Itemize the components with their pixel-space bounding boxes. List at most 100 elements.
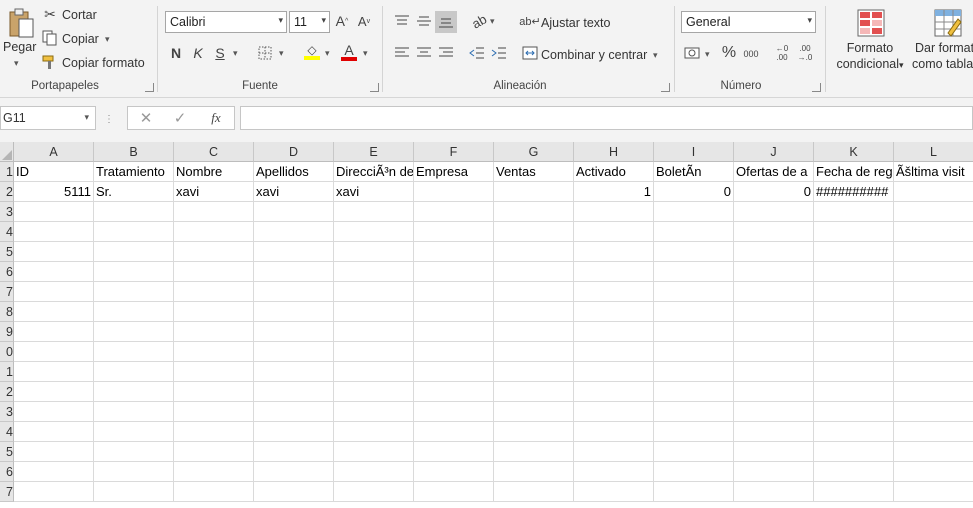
- cell-h11[interactable]: [574, 362, 654, 382]
- cell-i13[interactable]: [654, 402, 734, 422]
- align-middle-icon[interactable]: [415, 12, 433, 30]
- name-box[interactable]: G11 ▾: [0, 106, 96, 130]
- cell-l14[interactable]: [894, 422, 973, 442]
- cell-g1[interactable]: Ventas: [494, 162, 574, 182]
- cell-j16[interactable]: [734, 462, 814, 482]
- cell-h16[interactable]: [574, 462, 654, 482]
- cell-h3[interactable]: [574, 202, 654, 222]
- cell-l3[interactable]: [894, 202, 973, 222]
- cell-b17[interactable]: [94, 482, 174, 502]
- align-top-icon[interactable]: [393, 12, 411, 30]
- cell-a16[interactable]: [14, 462, 94, 482]
- row-header[interactable]: 2: [0, 182, 14, 202]
- column-header-d[interactable]: D: [254, 142, 334, 162]
- cell-a13[interactable]: [14, 402, 94, 422]
- cell-i7[interactable]: [654, 282, 734, 302]
- cell-j5[interactable]: [734, 242, 814, 262]
- cell-j10[interactable]: [734, 342, 814, 362]
- cell-f9[interactable]: [414, 322, 494, 342]
- align-right-icon[interactable]: [437, 44, 455, 62]
- cell-a1[interactable]: ID: [14, 162, 94, 182]
- font-name-select[interactable]: Calibri ▾: [165, 11, 287, 33]
- cell-i9[interactable]: [654, 322, 734, 342]
- cell-k11[interactable]: [814, 362, 894, 382]
- cell-a3[interactable]: [14, 202, 94, 222]
- cell-b4[interactable]: [94, 222, 174, 242]
- cell-e7[interactable]: [334, 282, 414, 302]
- cell-c15[interactable]: [174, 442, 254, 462]
- cell-i2[interactable]: 0: [654, 182, 734, 202]
- cell-g7[interactable]: [494, 282, 574, 302]
- row-header[interactable]: 5: [0, 442, 14, 462]
- cell-d3[interactable]: [254, 202, 334, 222]
- cell-g12[interactable]: [494, 382, 574, 402]
- cell-j4[interactable]: [734, 222, 814, 242]
- cell-b12[interactable]: [94, 382, 174, 402]
- formula-input[interactable]: [240, 106, 973, 130]
- column-header-i[interactable]: I: [654, 142, 734, 162]
- cell-e5[interactable]: [334, 242, 414, 262]
- cancel-icon[interactable]: ✕: [138, 109, 154, 127]
- cell-c12[interactable]: [174, 382, 254, 402]
- cell-i4[interactable]: [654, 222, 734, 242]
- column-header-g[interactable]: G: [494, 142, 574, 162]
- cell-l4[interactable]: [894, 222, 973, 242]
- cell-l2[interactable]: [894, 182, 973, 202]
- cell-a17[interactable]: [14, 482, 94, 502]
- cell-b15[interactable]: [94, 442, 174, 462]
- cell-c10[interactable]: [174, 342, 254, 362]
- cell-h2[interactable]: 1: [574, 182, 654, 202]
- cell-i6[interactable]: [654, 262, 734, 282]
- fill-color-dropdown-icon[interactable]: ▾: [325, 48, 330, 59]
- cell-i5[interactable]: [654, 242, 734, 262]
- cell-e2[interactable]: xavi: [334, 182, 414, 202]
- cell-d15[interactable]: [254, 442, 334, 462]
- column-header-f[interactable]: F: [414, 142, 494, 162]
- align-center-icon[interactable]: [415, 44, 433, 62]
- cell-i8[interactable]: [654, 302, 734, 322]
- cell-f16[interactable]: [414, 462, 494, 482]
- row-header[interactable]: 1: [0, 362, 14, 382]
- conditional-format-button[interactable]: Formato condicional▾: [832, 40, 908, 73]
- cell-g9[interactable]: [494, 322, 574, 342]
- font-color-icon[interactable]: A: [340, 42, 358, 62]
- row-header[interactable]: 6: [0, 462, 14, 482]
- cell-b5[interactable]: [94, 242, 174, 262]
- cell-j6[interactable]: [734, 262, 814, 282]
- cell-f12[interactable]: [414, 382, 494, 402]
- cell-h12[interactable]: [574, 382, 654, 402]
- cell-h9[interactable]: [574, 322, 654, 342]
- column-header-h[interactable]: H: [574, 142, 654, 162]
- cell-h13[interactable]: [574, 402, 654, 422]
- merge-center-dropdown-icon[interactable]: ▾: [653, 50, 658, 61]
- column-header-a[interactable]: A: [14, 142, 94, 162]
- cell-h14[interactable]: [574, 422, 654, 442]
- font-color-dropdown-icon[interactable]: ▾: [363, 48, 368, 59]
- row-header[interactable]: 3: [0, 402, 14, 422]
- cell-c7[interactable]: [174, 282, 254, 302]
- cell-d5[interactable]: [254, 242, 334, 262]
- row-header[interactable]: 9: [0, 322, 14, 342]
- cell-c2[interactable]: xavi: [174, 182, 254, 202]
- cell-g10[interactable]: [494, 342, 574, 362]
- cell-d13[interactable]: [254, 402, 334, 422]
- cell-a9[interactable]: [14, 322, 94, 342]
- cell-e1[interactable]: DirecciÃ³n de: [334, 162, 414, 182]
- format-painter-button[interactable]: Copiar formato: [62, 56, 145, 70]
- cell-d12[interactable]: [254, 382, 334, 402]
- cell-e3[interactable]: [334, 202, 414, 222]
- cell-d16[interactable]: [254, 462, 334, 482]
- cell-k4[interactable]: [814, 222, 894, 242]
- increase-indent-icon[interactable]: [490, 44, 508, 62]
- cell-k15[interactable]: [814, 442, 894, 462]
- cell-e12[interactable]: [334, 382, 414, 402]
- cell-k13[interactable]: [814, 402, 894, 422]
- column-header-e[interactable]: E: [334, 142, 414, 162]
- cell-l11[interactable]: [894, 362, 973, 382]
- cell-l12[interactable]: [894, 382, 973, 402]
- cell-k5[interactable]: [814, 242, 894, 262]
- cell-g11[interactable]: [494, 362, 574, 382]
- orientation-icon[interactable]: ab: [466, 8, 492, 34]
- merge-center-button[interactable]: Combinar y centrar: [541, 48, 647, 62]
- cell-c14[interactable]: [174, 422, 254, 442]
